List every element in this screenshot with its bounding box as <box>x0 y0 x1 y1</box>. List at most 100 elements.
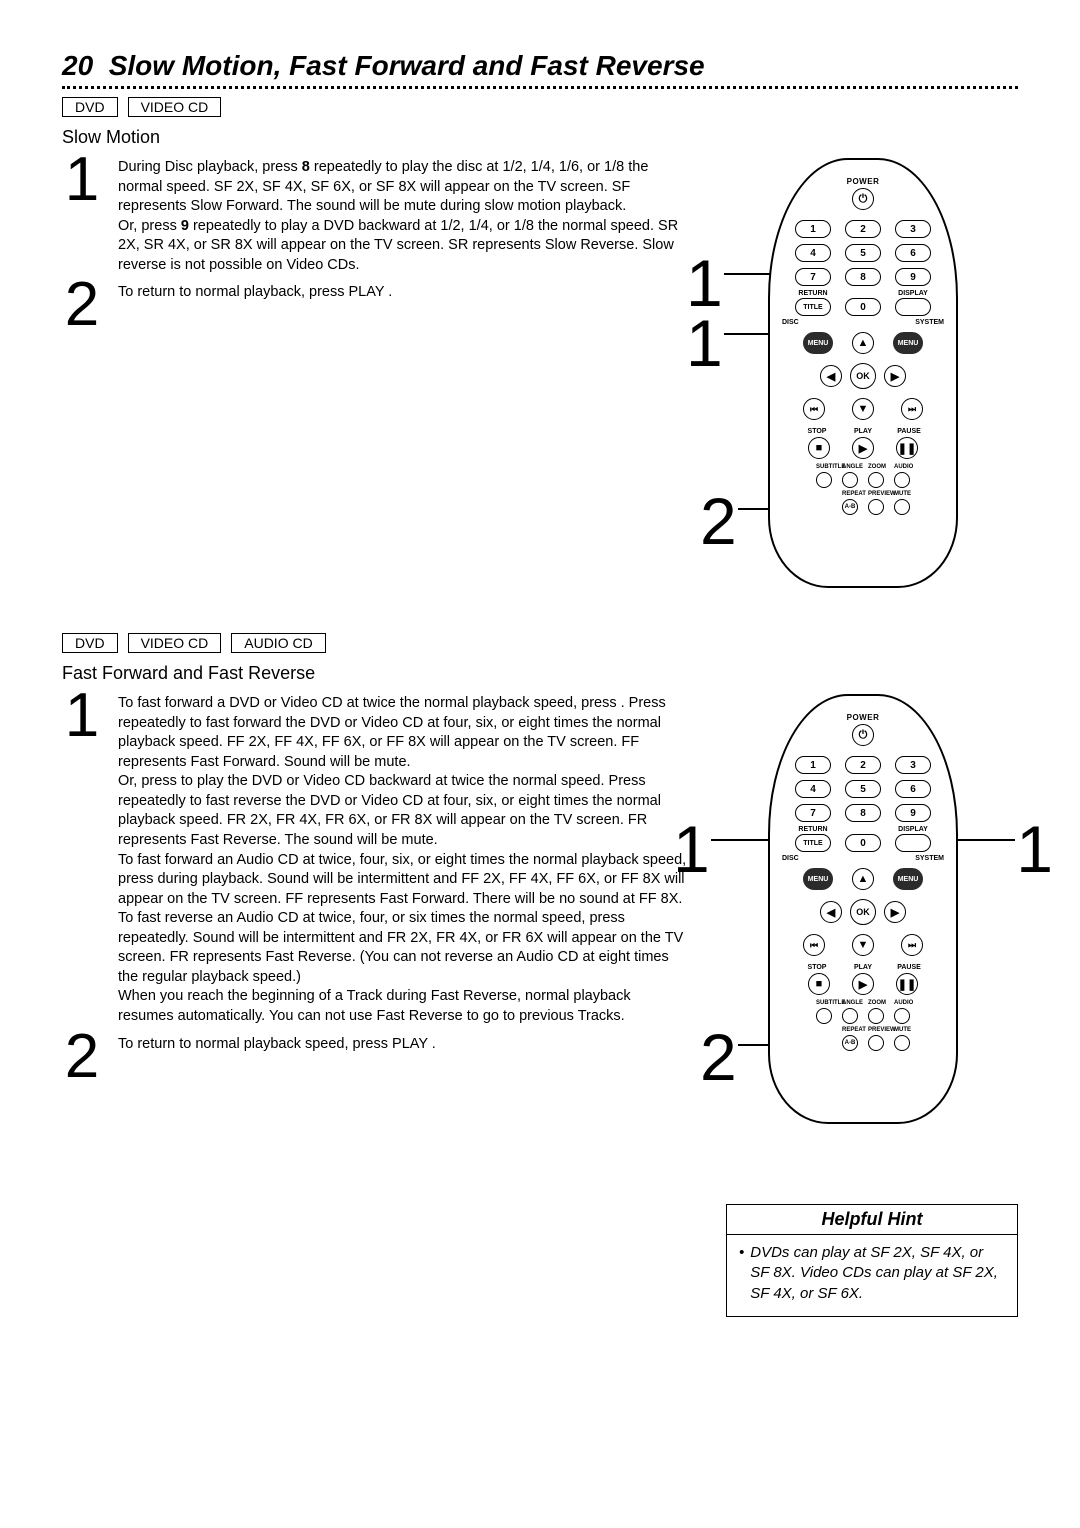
up-button[interactable]: ▲ <box>852 332 874 354</box>
pause-button[interactable]: ❚❚ <box>896 437 918 459</box>
digit-5[interactable]: 5 <box>845 244 881 262</box>
display-button-2[interactable] <box>895 834 931 852</box>
digit-0[interactable]: 0 <box>845 298 881 316</box>
zoom-button-2[interactable] <box>868 1008 884 1024</box>
title-button-2[interactable]: TITLE <box>795 834 831 852</box>
digit-2-2[interactable]: 2 <box>845 756 881 774</box>
format-tags-2: DVD VIDEO CD AUDIO CD <box>62 633 1018 653</box>
digit-8[interactable]: 8 <box>845 268 881 286</box>
digit-6-2[interactable]: 6 <box>895 780 931 798</box>
stop-label: STOP <box>805 428 829 435</box>
display-button[interactable] <box>895 298 931 316</box>
angle-button[interactable] <box>842 472 858 488</box>
s2-step-1-num: 1 <box>62 688 102 744</box>
audio-button-2[interactable] <box>894 1008 910 1024</box>
mute-button[interactable] <box>894 499 910 515</box>
pause-button-2[interactable]: ❚❚ <box>896 973 918 995</box>
subtitle-label-2: SUBTITLE <box>816 1000 832 1006</box>
digit-1-2[interactable]: 1 <box>795 756 831 774</box>
right-button-2[interactable]: ▶ <box>884 901 906 923</box>
system-menu-button[interactable]: MENU <box>893 332 923 354</box>
stop-button[interactable]: ■ <box>808 437 830 459</box>
preview-button[interactable] <box>868 499 884 515</box>
s1-step-1-t1: During Disc playback, press <box>118 159 302 175</box>
left-button-2[interactable]: ◀ <box>820 901 842 923</box>
digit-8-2[interactable]: 8 <box>845 804 881 822</box>
zoom-button[interactable] <box>868 472 884 488</box>
digit-0-2[interactable]: 0 <box>845 834 881 852</box>
stop-button-2[interactable]: ■ <box>808 973 830 995</box>
tag-videocd: VIDEO CD <box>128 97 222 117</box>
play-label-2: PLAY <box>851 964 875 971</box>
digit-6[interactable]: 6 <box>895 244 931 262</box>
digit-3[interactable]: 3 <box>895 220 931 238</box>
zoom-label: ZOOM <box>868 464 884 470</box>
disc-menu-button-2[interactable]: MENU <box>803 868 833 890</box>
skip-back-button-2[interactable]: ⏮ <box>803 934 825 956</box>
down-button-2[interactable]: ▼ <box>852 934 874 956</box>
play-button[interactable]: ▶ <box>852 437 874 459</box>
preview-label: PREVIEW <box>868 491 884 497</box>
digit-9-2[interactable]: 9 <box>895 804 931 822</box>
s2-p2: Or, press to play the DVD or Video CD ba… <box>118 773 661 848</box>
system-label-2: SYSTEM <box>915 855 944 862</box>
left-button[interactable]: ◀ <box>820 365 842 387</box>
power-button-2[interactable]: ⏻ <box>852 724 874 746</box>
stop-label-2: STOP <box>805 964 829 971</box>
digit-9[interactable]: 9 <box>895 268 931 286</box>
digit-4[interactable]: 4 <box>795 244 831 262</box>
pause-label-2: PAUSE <box>897 964 921 971</box>
mute-button-2[interactable] <box>894 1035 910 1051</box>
s1-step-1-num: 1 <box>62 152 102 208</box>
system-menu-button-2[interactable]: MENU <box>893 868 923 890</box>
digit-7-2[interactable]: 7 <box>795 804 831 822</box>
skip-fwd-button[interactable]: ⏭ <box>901 398 923 420</box>
subtitle-button-2[interactable] <box>816 1008 832 1024</box>
skip-fwd-button-2[interactable]: ⏭ <box>901 934 923 956</box>
digit-7[interactable]: 7 <box>795 268 831 286</box>
disc-label: DISC <box>782 319 799 326</box>
remote-body-1: POWER ⏻ 1 2 3 4 5 6 7 8 9 RETURNDISPLAY <box>768 158 958 588</box>
tag-audiocd-2: AUDIO CD <box>231 633 325 653</box>
callout2-1a: 1 <box>673 816 710 882</box>
ok-button-2[interactable]: OK <box>850 899 876 925</box>
digit-5-2[interactable]: 5 <box>845 780 881 798</box>
s1-step-2-body: To return to normal playback, press PLAY… <box>118 283 392 303</box>
s2-step-2: 2 To return to normal playback speed, pr… <box>62 1035 688 1085</box>
s1-step-1-t3: Or, press <box>118 218 181 234</box>
subheading-ff-fr: Fast Forward and Fast Reverse <box>62 663 1018 684</box>
s2-step-1-body: To fast forward a DVD or Video CD at twi… <box>118 694 688 1027</box>
digit-3-2[interactable]: 3 <box>895 756 931 774</box>
ok-button[interactable]: OK <box>850 363 876 389</box>
format-tags-1: DVD VIDEO CD <box>62 97 1018 117</box>
page-title: 20 Slow Motion, Fast Forward and Fast Re… <box>62 50 1018 82</box>
disc-menu-button[interactable]: MENU <box>803 332 833 354</box>
right-button[interactable]: ▶ <box>884 365 906 387</box>
callout2-1b: 1 <box>1016 816 1053 882</box>
tag-videocd-2: VIDEO CD <box>128 633 222 653</box>
repeat-label: REPEAT <box>842 491 858 497</box>
power-button[interactable]: ⏻ <box>852 188 874 210</box>
preview-button-2[interactable] <box>868 1035 884 1051</box>
helpful-hint-box: Helpful Hint •DVDs can play at SF 2X, SF… <box>726 1204 1018 1317</box>
subtitle-button[interactable] <box>816 472 832 488</box>
bullet-icon: • <box>739 1243 744 1304</box>
s1-step-2: 2 To return to normal playback, press PL… <box>62 283 688 333</box>
repeat-ab-button[interactable]: A-B <box>842 499 858 515</box>
repeat-ab-button-2[interactable]: A-B <box>842 1035 858 1051</box>
s1-step-2-num: 2 <box>62 277 102 333</box>
return-label-2: RETURN <box>795 826 831 833</box>
title-button[interactable]: TITLE <box>795 298 831 316</box>
play-button-2[interactable]: ▶ <box>852 973 874 995</box>
digit-1[interactable]: 1 <box>795 220 831 238</box>
up-button-2[interactable]: ▲ <box>852 868 874 890</box>
angle-label-2: ANGLE <box>842 1000 858 1006</box>
angle-button-2[interactable] <box>842 1008 858 1024</box>
mute-label: MUTE <box>894 491 910 497</box>
skip-back-button[interactable]: ⏮ <box>803 398 825 420</box>
s2-p1: To fast forward a DVD or Video CD at twi… <box>118 695 666 770</box>
down-button[interactable]: ▼ <box>852 398 874 420</box>
audio-button[interactable] <box>894 472 910 488</box>
digit-2[interactable]: 2 <box>845 220 881 238</box>
digit-4-2[interactable]: 4 <box>795 780 831 798</box>
